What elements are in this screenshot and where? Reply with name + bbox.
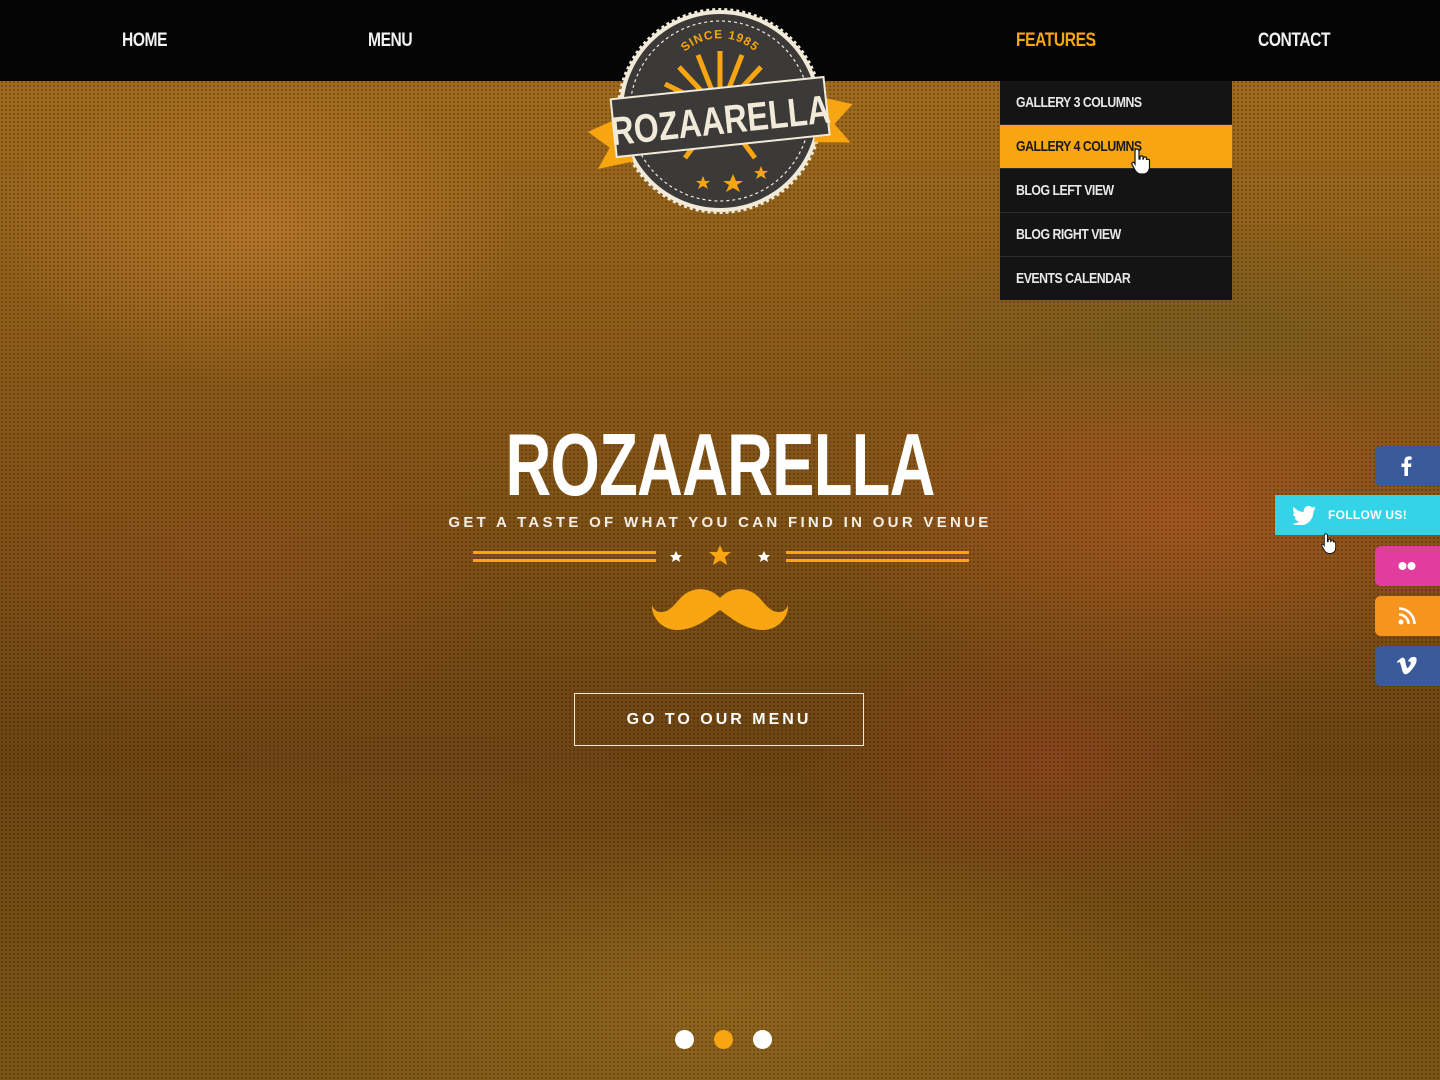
facebook-button[interactable] [1375,446,1440,486]
facebook-icon [1401,456,1412,476]
dropdown-item-label: BLOG RIGHT VIEW [1016,226,1121,243]
dropdown-item-label: BLOG LEFT VIEW [1016,182,1114,199]
hand-cursor-icon [1131,148,1151,175]
flickr-button[interactable] [1375,546,1440,586]
logo-badge[interactable]: SINCE 1985 ROZAARELLA [585,6,855,216]
dropdown-item-label: GALLERY 3 COLUMNS [1016,94,1142,111]
flickr-icon [1398,562,1416,570]
nav-home[interactable]: HOME [122,30,168,52]
nav-contact[interactable]: CONTACT [1258,30,1331,52]
slider-dot-3[interactable] [753,1030,772,1049]
nav-features[interactable]: FEATURES [1016,30,1096,52]
nav-menu[interactable]: MENU [368,30,413,52]
vimeo-button[interactable] [1375,646,1440,686]
go-to-menu-button[interactable]: GO TO OUR MENU [574,693,864,746]
star-divider-icon [473,545,969,565]
chevron-down-icon: ⌄ [1089,37,1099,49]
dropdown-item-label: GALLERY 4 COLUMNS [1016,138,1142,155]
rss-button[interactable] [1375,596,1440,636]
vimeo-icon [1397,656,1417,675]
dropdown-item-events-calendar[interactable]: EVENTS CALENDAR [1000,257,1232,300]
dropdown-item-blog-right-view[interactable]: BLOG RIGHT VIEW [1000,213,1232,257]
hero-title: ROZAARELLA [505,415,935,514]
dropdown-item-blog-left-view[interactable]: BLOG LEFT VIEW [1000,169,1232,213]
rss-icon [1398,607,1416,625]
hand-cursor-icon [1321,533,1337,554]
dropdown-item-gallery-3-columns[interactable]: GALLERY 3 COLUMNS [1000,81,1232,125]
dropdown-item-label: EVENTS CALENDAR [1016,270,1131,287]
twitter-follow-button[interactable]: FOLLOW US! [1275,495,1440,535]
dropdown-item-gallery-4-columns[interactable]: GALLERY 4 COLUMNS [1000,125,1232,169]
twitter-follow-label: FOLLOW US! [1328,508,1407,522]
features-dropdown: GALLERY 3 COLUMNS GALLERY 4 COLUMNS BLOG… [1000,81,1232,300]
slider-dot-1[interactable] [675,1030,694,1049]
mustache-icon [651,589,789,630]
twitter-icon [1292,506,1316,525]
slider-dot-2[interactable] [714,1030,733,1049]
hero-subtitle: GET A TASTE OF WHAT YOU CAN FIND IN OUR … [448,514,992,531]
